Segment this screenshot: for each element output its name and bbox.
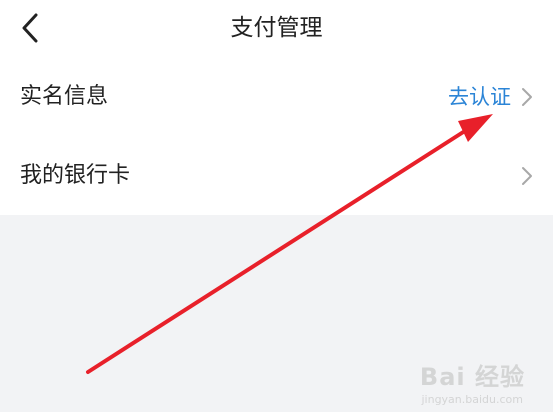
chevron-left-icon: [22, 13, 38, 43]
chevron-right-icon: [522, 88, 532, 106]
back-button[interactable]: [10, 8, 50, 48]
watermark-url: jingyan.baidu.com: [421, 393, 523, 406]
list-item-my-bank-card[interactable]: 我的银行卡: [0, 137, 553, 215]
list-item-real-name-info[interactable]: 实名信息 去认证: [0, 57, 553, 137]
watermark-logo: Bai 经验: [419, 363, 525, 391]
page-title: 支付管理: [230, 15, 323, 41]
chevron-right-icon: [522, 167, 532, 185]
settings-list: 实名信息 去认证 我的银行卡: [0, 57, 553, 215]
list-item-label: 实名信息: [20, 84, 109, 109]
verify-link[interactable]: 去认证: [448, 57, 511, 137]
top-bar: 支付管理: [0, 0, 553, 57]
list-item-label: 我的银行卡: [20, 163, 131, 188]
